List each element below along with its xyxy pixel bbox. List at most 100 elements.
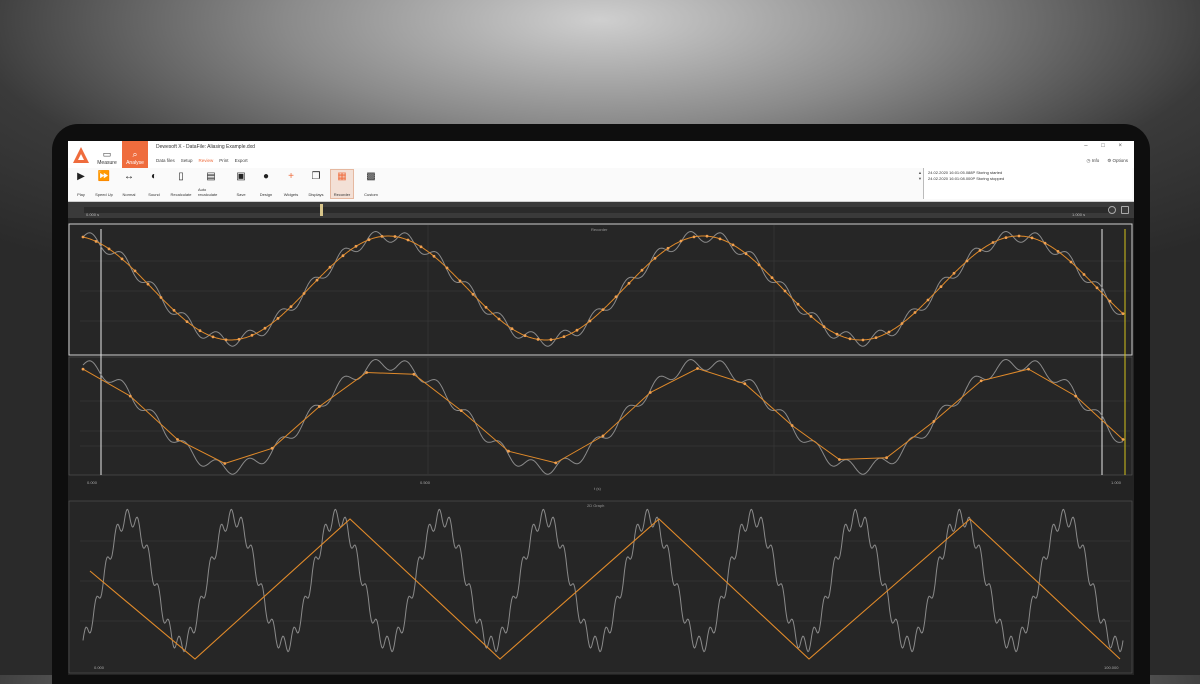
recorder-panel-2[interactable] — [68, 356, 1133, 476]
sample-point — [790, 424, 794, 427]
sample-point — [885, 456, 888, 460]
sample-point — [393, 235, 397, 238]
sample-point — [757, 263, 761, 267]
recorder-panel-1[interactable] — [68, 223, 1133, 356]
sample-point — [1056, 250, 1060, 253]
sample-point — [979, 379, 983, 383]
sample-point — [1004, 236, 1008, 239]
sample-point — [107, 247, 111, 251]
sample-point — [341, 254, 345, 258]
sample-point — [185, 320, 189, 323]
sample-point — [835, 332, 839, 336]
sample-point — [223, 462, 227, 465]
sample-point — [562, 335, 566, 338]
sample-point — [696, 367, 699, 370]
sample-point — [412, 372, 416, 376]
sample-point — [926, 298, 930, 302]
sample-point — [497, 317, 501, 321]
sample-point — [743, 382, 747, 386]
sample-point — [601, 434, 605, 438]
sample-point — [94, 240, 98, 243]
recorder-x-tick: 0.500 — [420, 480, 431, 485]
sample-point — [705, 234, 709, 238]
sample-point — [198, 329, 202, 333]
sample-point — [445, 266, 449, 270]
sample-point — [861, 338, 865, 342]
sample-point — [653, 256, 657, 260]
sample-point — [900, 322, 904, 325]
sample-point — [133, 269, 137, 273]
sample-point — [554, 461, 558, 465]
sample-point — [380, 235, 384, 238]
xy-graph-panel[interactable] — [68, 500, 1133, 674]
sample-point — [1095, 286, 1099, 290]
sample-point — [459, 409, 463, 412]
sample-point — [146, 282, 150, 286]
sample-point — [250, 333, 254, 337]
sample-point — [432, 254, 436, 258]
sample-point — [471, 292, 475, 296]
xy-graph-title: 2D Graph — [587, 503, 604, 508]
sample-point — [887, 330, 891, 334]
sample-point — [838, 458, 841, 461]
sample-point — [965, 259, 969, 263]
sample-point — [991, 241, 995, 244]
sample-point — [1082, 273, 1086, 276]
recorder-x-tick: 0.000 — [87, 480, 98, 485]
sample-point — [640, 268, 644, 272]
sample-point — [302, 292, 306, 295]
sample-point — [575, 328, 579, 332]
sample-point — [1069, 260, 1073, 264]
sample-point — [276, 317, 280, 320]
sample-point — [81, 367, 85, 371]
sample-point — [1017, 234, 1021, 238]
sample-point — [1121, 438, 1125, 441]
sample-point — [1108, 299, 1112, 303]
sample-point — [601, 308, 605, 311]
sample-point — [822, 325, 826, 328]
sample-point — [913, 311, 917, 314]
sample-point — [809, 315, 813, 318]
sample-point — [783, 289, 787, 293]
sample-point — [1027, 367, 1030, 371]
xy-x-tick: 100.000 — [1104, 665, 1119, 670]
sample-point — [1030, 236, 1034, 240]
sample-point — [81, 235, 85, 239]
sample-point — [679, 239, 683, 243]
sample-point — [523, 334, 527, 337]
sample-point — [354, 244, 358, 248]
sample-point — [939, 285, 943, 288]
sample-point — [365, 371, 368, 374]
recorder-title: Recorder — [591, 227, 608, 232]
sample-point — [128, 394, 132, 398]
sample-point — [874, 336, 878, 339]
sample-point — [176, 438, 179, 441]
sample-point — [484, 305, 488, 309]
sample-point — [952, 271, 956, 275]
sample-point — [419, 245, 423, 249]
sample-point — [648, 391, 652, 394]
sample-point — [932, 420, 936, 423]
sample-point — [536, 338, 540, 341]
app-screen: ▭ Measure ⌕ Analyse Dewesoft X - DataFil… — [68, 141, 1134, 675]
sample-point — [549, 338, 553, 342]
xy-x-tick: 0.000 — [94, 665, 105, 670]
sample-point — [510, 327, 514, 331]
sample-point — [263, 326, 267, 330]
sample-point — [159, 296, 163, 299]
sample-point — [731, 243, 735, 247]
sample-point — [978, 249, 982, 252]
sample-point — [289, 305, 293, 308]
charts-canvas: Recorder 0.000 0.500 1.000 t (s) 2D Grap… — [68, 223, 1133, 674]
sample-point — [318, 405, 321, 408]
sample-point — [120, 257, 124, 261]
sample-point — [796, 302, 800, 306]
sample-point — [315, 278, 319, 282]
sample-point — [172, 308, 176, 312]
sample-point — [406, 238, 410, 242]
sample-point — [507, 449, 510, 453]
sample-point — [224, 338, 228, 342]
sample-point — [1043, 241, 1047, 245]
sample-point — [627, 281, 631, 285]
recorder-x-tick: 1.000 — [1111, 480, 1122, 485]
